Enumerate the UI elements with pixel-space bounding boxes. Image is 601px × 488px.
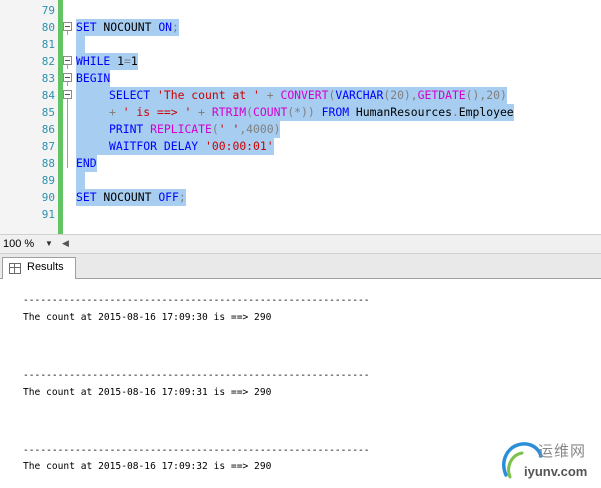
line-number: 87 (41, 140, 55, 153)
result-separator: ----------------------------------------… (23, 295, 370, 306)
code-line[interactable]: 89 ​ (0, 172, 601, 189)
code-line[interactable]: 87 ​ WAITFOR DELAY '00:00:01' (0, 138, 601, 155)
code-line[interactable]: 86 ​ PRINT REPLICATE(' ',4000) (0, 121, 601, 138)
code-indent: ​ (76, 138, 109, 155)
code-line[interactable]: 81 ​ (0, 36, 601, 53)
result-row: The count at 2015-08-16 17:09:31 is ==> … (23, 387, 272, 398)
line-number: 90 (41, 191, 55, 204)
code-selection-blank: ​ (76, 36, 85, 53)
collapse-toggle-icon[interactable] (63, 90, 72, 99)
code-text: PRINT REPLICATE(' ',4000) (109, 121, 281, 138)
code-text: SET NOCOUNT OFF; (76, 189, 186, 206)
collapse-toggle-icon[interactable] (63, 56, 72, 65)
line-number: 91 (41, 208, 55, 221)
line-number: 88 (41, 157, 55, 170)
code-line[interactable]: 90 SET NOCOUNT OFF; (0, 189, 601, 206)
tab-results-label: Results (27, 261, 64, 273)
watermark-text: 运维网 (538, 442, 587, 460)
scroll-left-icon[interactable]: ◀ (62, 238, 69, 249)
zoom-level-select[interactable]: 100 % (3, 237, 34, 252)
code-line[interactable]: 91 (0, 206, 601, 223)
result-row: The count at 2015-08-16 17:09:32 is ==> … (23, 461, 272, 472)
line-number: 83 (41, 72, 55, 85)
line-number: 86 (41, 123, 55, 136)
code-indent: ​ (76, 121, 109, 138)
collapse-toggle-icon[interactable] (63, 73, 72, 82)
code-text: BEGIN (76, 70, 111, 87)
site-watermark: 运维网 iyunv.com (497, 437, 601, 488)
code-line[interactable]: 84 ​ SELECT 'The count at ' + CONVERT(VA… (0, 87, 601, 104)
sql-editor[interactable]: 79 80 SET NOCOUNT ON; 81 ​ 82 WHILE 1=1 … (0, 0, 601, 234)
code-text: END (76, 155, 97, 172)
line-number: 81 (41, 38, 55, 51)
code-text: + ' is ==> ' + RTRIM(COUNT(*)) FROM Huma… (109, 104, 514, 121)
line-number: 79 (41, 4, 55, 17)
result-row: The count at 2015-08-16 17:09:30 is ==> … (23, 312, 272, 323)
code-line[interactable]: 79 (0, 2, 601, 19)
code-line[interactable]: 82 WHILE 1=1 (0, 53, 601, 70)
code-line[interactable]: 85 ​ + ' is ==> ' + RTRIM(COUNT(*)) FROM… (0, 104, 601, 121)
code-indent: ​ (76, 87, 109, 104)
code-selection-blank: ​ (76, 172, 85, 189)
watermark-url: iyunv.com (524, 464, 588, 479)
code-text: SET NOCOUNT ON; (76, 19, 179, 36)
line-number: 84 (41, 89, 55, 102)
line-number: 80 (41, 21, 55, 34)
chevron-down-icon[interactable]: ▼ (45, 239, 53, 248)
collapse-toggle-icon[interactable] (63, 22, 72, 31)
line-number: 82 (41, 55, 55, 68)
code-text: WHILE 1=1 (76, 53, 138, 70)
editor-status-bar: 100 % ▼ ◀ (0, 234, 601, 254)
line-number: 89 (41, 174, 55, 187)
tab-results[interactable]: Results (2, 257, 76, 279)
code-line[interactable]: 83 BEGIN (0, 70, 601, 87)
code-indent: ​ (76, 104, 109, 121)
results-grid-icon (9, 263, 21, 274)
code-text: SELECT 'The count at ' + CONVERT(VARCHAR… (109, 87, 507, 104)
result-separator: ----------------------------------------… (23, 370, 370, 381)
code-line[interactable]: 80 SET NOCOUNT ON; (0, 19, 601, 36)
code-line[interactable]: 88 END (0, 155, 601, 172)
code-text: WAITFOR DELAY '00:00:01' (109, 138, 274, 155)
result-separator: ----------------------------------------… (23, 445, 370, 456)
line-number: 85 (41, 106, 55, 119)
results-tabstrip: Results (0, 254, 601, 279)
